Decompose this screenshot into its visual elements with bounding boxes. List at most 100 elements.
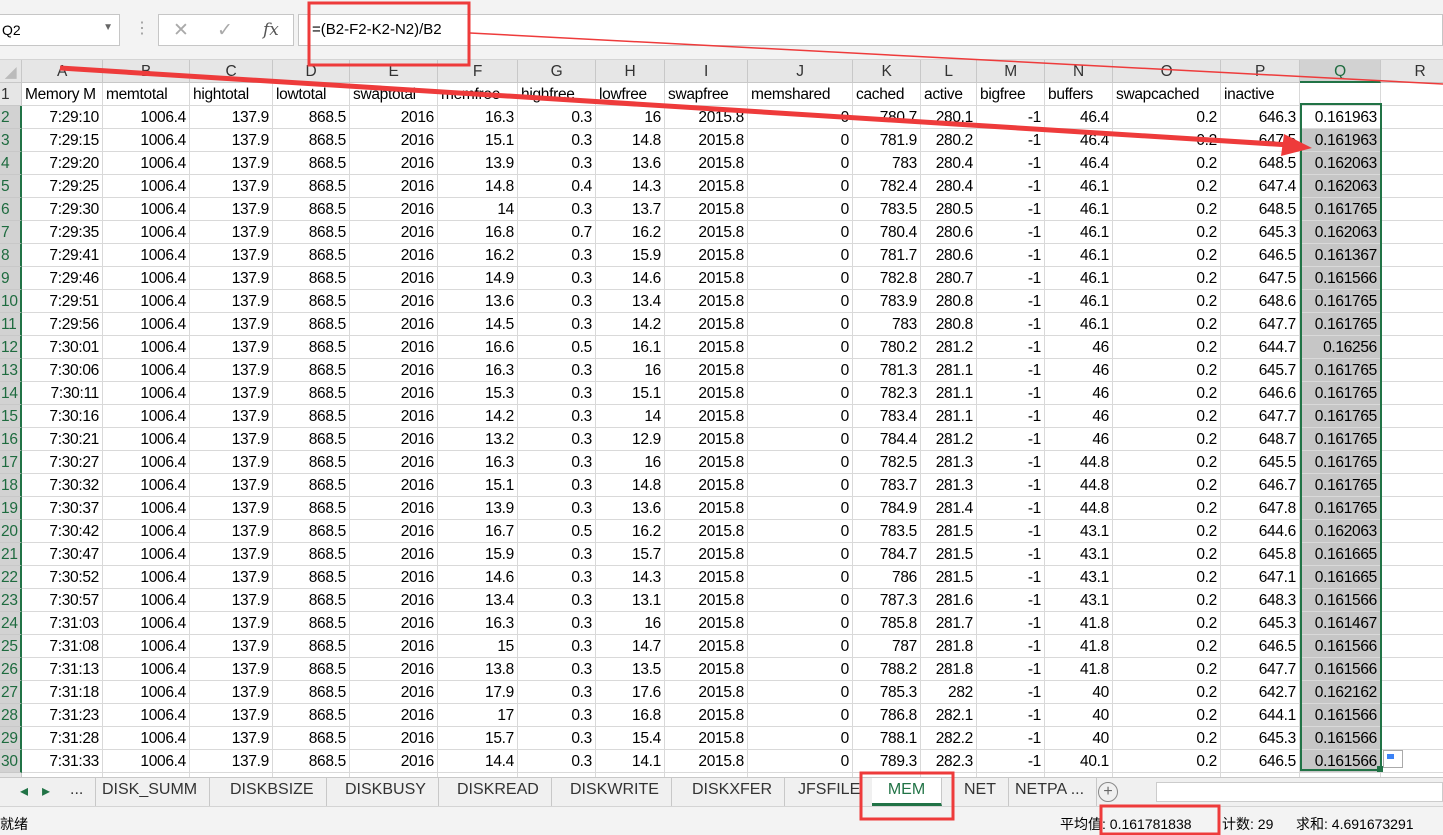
cell[interactable]: 137.9	[190, 129, 273, 152]
cell[interactable]: 7:31:03	[22, 612, 103, 635]
cell[interactable]	[1381, 106, 1443, 129]
cell[interactable]: 2016	[350, 497, 438, 520]
cell[interactable]: 7:30:21	[22, 428, 103, 451]
cell[interactable]	[1381, 83, 1443, 106]
cell[interactable]: 46	[1045, 405, 1113, 428]
cell[interactable]: 46	[1045, 336, 1113, 359]
cell[interactable]: 7:30:11	[22, 382, 103, 405]
cell[interactable]: highfree	[518, 83, 596, 106]
cell[interactable]: 14.6	[438, 566, 518, 589]
cell[interactable]: 137.9	[190, 359, 273, 382]
cell[interactable]: 0.2	[1113, 658, 1221, 681]
cell[interactable]: 0	[748, 451, 853, 474]
cell[interactable]: 0.16256	[1300, 336, 1381, 359]
cell[interactable]: 0.3	[518, 635, 596, 658]
cell[interactable]: 281.3	[921, 474, 977, 497]
cell[interactable]: 7:31:08	[22, 635, 103, 658]
cell[interactable]: 0.3	[518, 405, 596, 428]
cell[interactable]: 0.3	[518, 451, 596, 474]
row-header[interactable]: 7	[0, 221, 22, 244]
cell[interactable]: 2015.8	[665, 175, 748, 198]
cell[interactable]: 2015.8	[665, 589, 748, 612]
cell[interactable]: 137.9	[190, 635, 273, 658]
cell[interactable]: 0.161665	[1300, 566, 1381, 589]
row-header[interactable]: 26	[0, 658, 22, 681]
sheet-tab-diskbsize[interactable]: DISKBSIZE	[218, 778, 327, 806]
cell[interactable]: 0.3	[518, 704, 596, 727]
cell[interactable]: 0	[748, 566, 853, 589]
cell[interactable]: 7:31:33	[22, 750, 103, 773]
cell[interactable]: 0.3	[518, 612, 596, 635]
cell[interactable]: 2016	[350, 727, 438, 750]
cell[interactable]: -1	[977, 152, 1045, 175]
cell[interactable]: inactive	[1221, 83, 1300, 106]
cell[interactable]: 2016	[350, 658, 438, 681]
cell[interactable]: 0.2	[1113, 704, 1221, 727]
cell[interactable]: 647.8	[1221, 497, 1300, 520]
cell[interactable]: 2015.8	[665, 520, 748, 543]
column-header-f[interactable]: F	[438, 60, 518, 83]
cell[interactable]: 1006.4	[103, 198, 190, 221]
cell[interactable]: 0.161765	[1300, 405, 1381, 428]
cell[interactable]: 0.161765	[1300, 428, 1381, 451]
cell[interactable]: 645.5	[1221, 451, 1300, 474]
cell[interactable]: 0.5	[518, 336, 596, 359]
cell[interactable]: 868.5	[273, 566, 350, 589]
cell[interactable]: 868.5	[273, 543, 350, 566]
column-header-m[interactable]: M	[977, 60, 1045, 83]
cell[interactable]: 7:30:16	[22, 405, 103, 428]
cell[interactable]: swaptotal	[350, 83, 438, 106]
cell[interactable]: 0	[748, 727, 853, 750]
cell[interactable]: 137.9	[190, 704, 273, 727]
cell[interactable]: 645.3	[1221, 612, 1300, 635]
cell[interactable]: 15.3	[438, 382, 518, 405]
cell[interactable]: 16.2	[596, 221, 665, 244]
cell[interactable]: 868.5	[273, 359, 350, 382]
column-header-n[interactable]: N	[1045, 60, 1113, 83]
cell[interactable]: 868.5	[273, 244, 350, 267]
cell[interactable]: 16.6	[438, 336, 518, 359]
cell[interactable]: 16	[596, 612, 665, 635]
cell[interactable]: 16.8	[438, 221, 518, 244]
cell[interactable]: 0	[748, 198, 853, 221]
cell[interactable]: 43.1	[1045, 543, 1113, 566]
cell[interactable]: 14.6	[596, 267, 665, 290]
cell[interactable]: 0	[748, 405, 853, 428]
cell[interactable]: 15.9	[596, 244, 665, 267]
row-header[interactable]: 25	[0, 635, 22, 658]
column-header-r[interactable]: R	[1381, 60, 1443, 83]
cell[interactable]: 0.161566	[1300, 267, 1381, 290]
cell[interactable]: 13.9	[438, 152, 518, 175]
cell[interactable]: 644.1	[1221, 704, 1300, 727]
cell[interactable]: 0.162063	[1300, 221, 1381, 244]
cell[interactable]: 2015.8	[665, 704, 748, 727]
cell[interactable]: -1	[977, 198, 1045, 221]
cell[interactable]: 1006.4	[103, 451, 190, 474]
cell[interactable]	[1300, 83, 1381, 106]
column-header-h[interactable]: H	[596, 60, 665, 83]
cell[interactable]: 0.161765	[1300, 313, 1381, 336]
cell[interactable]: 1006.4	[103, 589, 190, 612]
cell[interactable]: 137.9	[190, 658, 273, 681]
cell[interactable]: 137.9	[190, 520, 273, 543]
cell[interactable]: 1006.4	[103, 152, 190, 175]
cell[interactable]: 647.1	[1221, 566, 1300, 589]
cell[interactable]: 0.3	[518, 681, 596, 704]
cell[interactable]: 46.1	[1045, 175, 1113, 198]
cell[interactable]: 0.161566	[1300, 704, 1381, 727]
cell[interactable]: 43.1	[1045, 566, 1113, 589]
cell[interactable]	[1381, 658, 1443, 681]
cell[interactable]: active	[921, 83, 977, 106]
cell[interactable]: 787.3	[853, 589, 921, 612]
cell[interactable]	[1381, 267, 1443, 290]
sheet-tab-disk_summ[interactable]: DISK_SUMM	[90, 778, 211, 806]
cell[interactable]: 280.4	[921, 175, 977, 198]
cell[interactable]: 2016	[350, 290, 438, 313]
cell[interactable]: 1006.4	[103, 290, 190, 313]
cell[interactable]: 13.5	[596, 658, 665, 681]
cell[interactable]: 44.8	[1045, 497, 1113, 520]
cell[interactable]: 0.3	[518, 589, 596, 612]
cell[interactable]: 868.5	[273, 221, 350, 244]
cell[interactable]: 1006.4	[103, 520, 190, 543]
cell[interactable]: 782.4	[853, 175, 921, 198]
